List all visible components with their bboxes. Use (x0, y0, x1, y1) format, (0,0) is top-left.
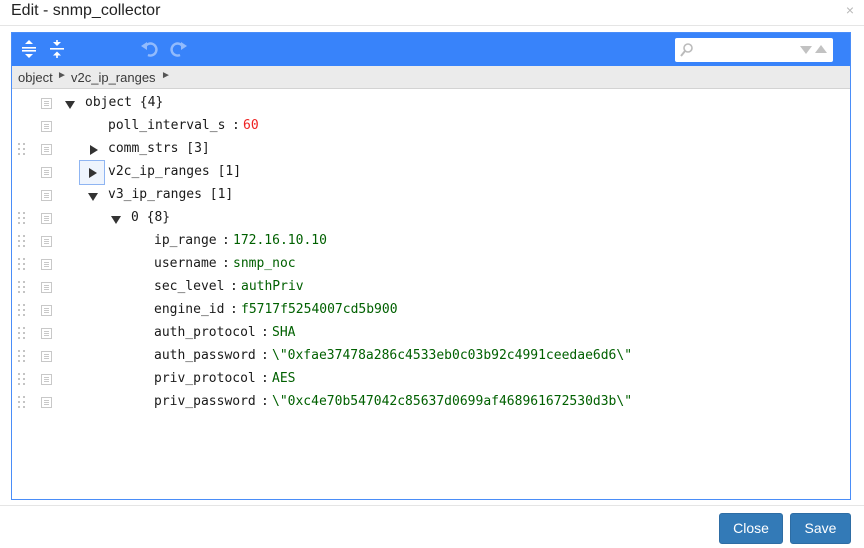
context-menu-icon[interactable] (41, 190, 52, 201)
tree-key[interactable]: comm_strs [3] (108, 141, 210, 156)
tree-value[interactable]: 172.16.10.10 (233, 233, 327, 248)
search-icon (680, 43, 693, 57)
collapse-icon[interactable] (110, 213, 122, 225)
key-value-separator: : (261, 348, 269, 363)
key-value-separator: : (261, 371, 269, 386)
tree-key[interactable]: priv_protocol (154, 371, 256, 386)
context-menu-icon[interactable] (41, 374, 52, 385)
context-menu-icon[interactable] (41, 98, 52, 109)
expand-icon[interactable] (87, 144, 99, 156)
tree-key[interactable]: username (154, 256, 217, 271)
tree-row: comm_strs [3] (12, 138, 850, 161)
tree-value[interactable]: 60 (243, 118, 259, 133)
tree-row: priv_password : \"0xc4e70b547042c85637d0… (12, 391, 850, 414)
context-menu-icon[interactable] (41, 167, 52, 178)
drag-handle-icon[interactable] (18, 350, 26, 363)
tree-key: 0 {8} (131, 210, 171, 225)
drag-handle-icon[interactable] (18, 327, 26, 340)
json-editor: object ► v2c_ip_ranges ► object {4} poll… (11, 32, 851, 500)
tree-value[interactable]: \"0xc4e70b547042c85637d0699af46896167253… (272, 394, 632, 409)
tree-row: auth_password : \"0xfae37478a286c4533eb0… (12, 345, 850, 368)
tree-key[interactable]: poll_interval_s (108, 118, 225, 133)
key-value-separator: : (261, 325, 269, 340)
breadcrumb-item-object[interactable]: object (18, 70, 53, 85)
undo-icon[interactable] (139, 38, 161, 60)
search-box (675, 38, 833, 62)
tree-row: sec_level : authPriv (12, 276, 850, 299)
breadcrumb-item-v2c-ip-ranges[interactable]: v2c_ip_ranges (71, 70, 156, 85)
save-button[interactable]: Save (790, 513, 851, 544)
drag-handle-icon[interactable] (18, 373, 26, 386)
dialog-title: Edit - snmp_collector (11, 2, 161, 19)
context-menu-icon[interactable] (41, 236, 52, 247)
tree-row: 0 {8} (12, 207, 850, 230)
tree-row: priv_protocol : AES (12, 368, 850, 391)
key-value-separator: : (230, 279, 238, 294)
context-menu-icon[interactable] (41, 144, 52, 155)
tree-row: object {4} (12, 92, 850, 115)
edit-dialog: Edit - snmp_collector × object ► v2c_ip_… (0, 0, 864, 548)
tree-value[interactable]: SHA (272, 325, 295, 340)
tree-key[interactable]: ip_range (154, 233, 217, 248)
tree-key[interactable]: auth_password (154, 348, 256, 363)
dialog-titlebar: Edit - snmp_collector × (0, 0, 864, 26)
tree-row: engine_id : f5717f5254007cd5b900 (12, 299, 850, 322)
tree-key[interactable]: engine_id (154, 302, 224, 317)
key-value-separator: : (232, 118, 240, 133)
search-next-icon[interactable] (800, 46, 812, 54)
context-menu-icon[interactable] (41, 328, 52, 339)
context-menu-icon[interactable] (41, 213, 52, 224)
collapse-icon[interactable] (64, 98, 76, 110)
expand-all-icon[interactable] (18, 38, 40, 60)
tree-row: v3_ip_ranges [1] (12, 184, 850, 207)
context-menu-icon[interactable] (41, 397, 52, 408)
tree-row: ip_range : 172.16.10.10 (12, 230, 850, 253)
collapse-icon[interactable] (87, 190, 99, 202)
drag-handle-icon[interactable] (18, 396, 26, 409)
tree-key[interactable]: auth_protocol (154, 325, 256, 340)
tree-value[interactable]: AES (272, 371, 295, 386)
tree-value[interactable]: snmp_noc (233, 256, 296, 271)
breadcrumb-separator-icon: ► (161, 70, 171, 81)
tree-value[interactable]: authPriv (241, 279, 304, 294)
drag-handle-icon[interactable] (18, 304, 26, 317)
context-menu-icon[interactable] (41, 305, 52, 316)
collapse-all-icon[interactable] (46, 38, 68, 60)
key-value-separator: : (222, 256, 230, 271)
drag-handle-icon[interactable] (18, 281, 26, 294)
drag-handle-icon[interactable] (18, 212, 26, 225)
search-previous-icon[interactable] (815, 45, 827, 53)
tree-key[interactable]: v3_ip_ranges [1] (108, 187, 233, 202)
search-input[interactable] (697, 41, 797, 59)
dialog-footer: Close Save (0, 505, 864, 548)
context-menu-icon[interactable] (41, 259, 52, 270)
tree-key[interactable]: sec_level (154, 279, 224, 294)
drag-handle-icon[interactable] (18, 235, 26, 248)
tree-value[interactable]: f5717f5254007cd5b900 (241, 302, 398, 317)
context-menu-icon[interactable] (41, 351, 52, 362)
drag-handle-icon[interactable] (18, 143, 26, 156)
json-tree: object {4} poll_interval_s : 60 comm_str… (12, 90, 850, 499)
expand-icon[interactable] (79, 160, 105, 185)
tree-row: username : snmp_noc (12, 253, 850, 276)
redo-icon[interactable] (167, 38, 189, 60)
context-menu-icon[interactable] (41, 121, 52, 132)
key-value-separator: : (261, 394, 269, 409)
tree-row: auth_protocol : SHA (12, 322, 850, 345)
tree-key[interactable]: priv_password (154, 394, 256, 409)
tree-row: v2c_ip_ranges [1] (12, 160, 850, 185)
close-icon[interactable]: × (846, 2, 854, 18)
close-button[interactable]: Close (719, 513, 783, 544)
breadcrumb-separator-icon: ► (57, 70, 67, 81)
breadcrumb: object ► v2c_ip_ranges ► (12, 66, 850, 89)
tree-key: object {4} (85, 95, 164, 110)
tree-key[interactable]: v2c_ip_ranges [1] (108, 164, 241, 179)
tree-row: poll_interval_s : 60 (12, 115, 850, 138)
tree-value[interactable]: \"0xfae37478a286c4533eb0c03b92c4991ceeda… (272, 348, 632, 363)
context-menu-icon[interactable] (41, 282, 52, 293)
key-value-separator: : (222, 233, 230, 248)
key-value-separator: : (230, 302, 238, 317)
drag-handle-icon[interactable] (18, 258, 26, 271)
editor-toolbar (12, 33, 850, 66)
